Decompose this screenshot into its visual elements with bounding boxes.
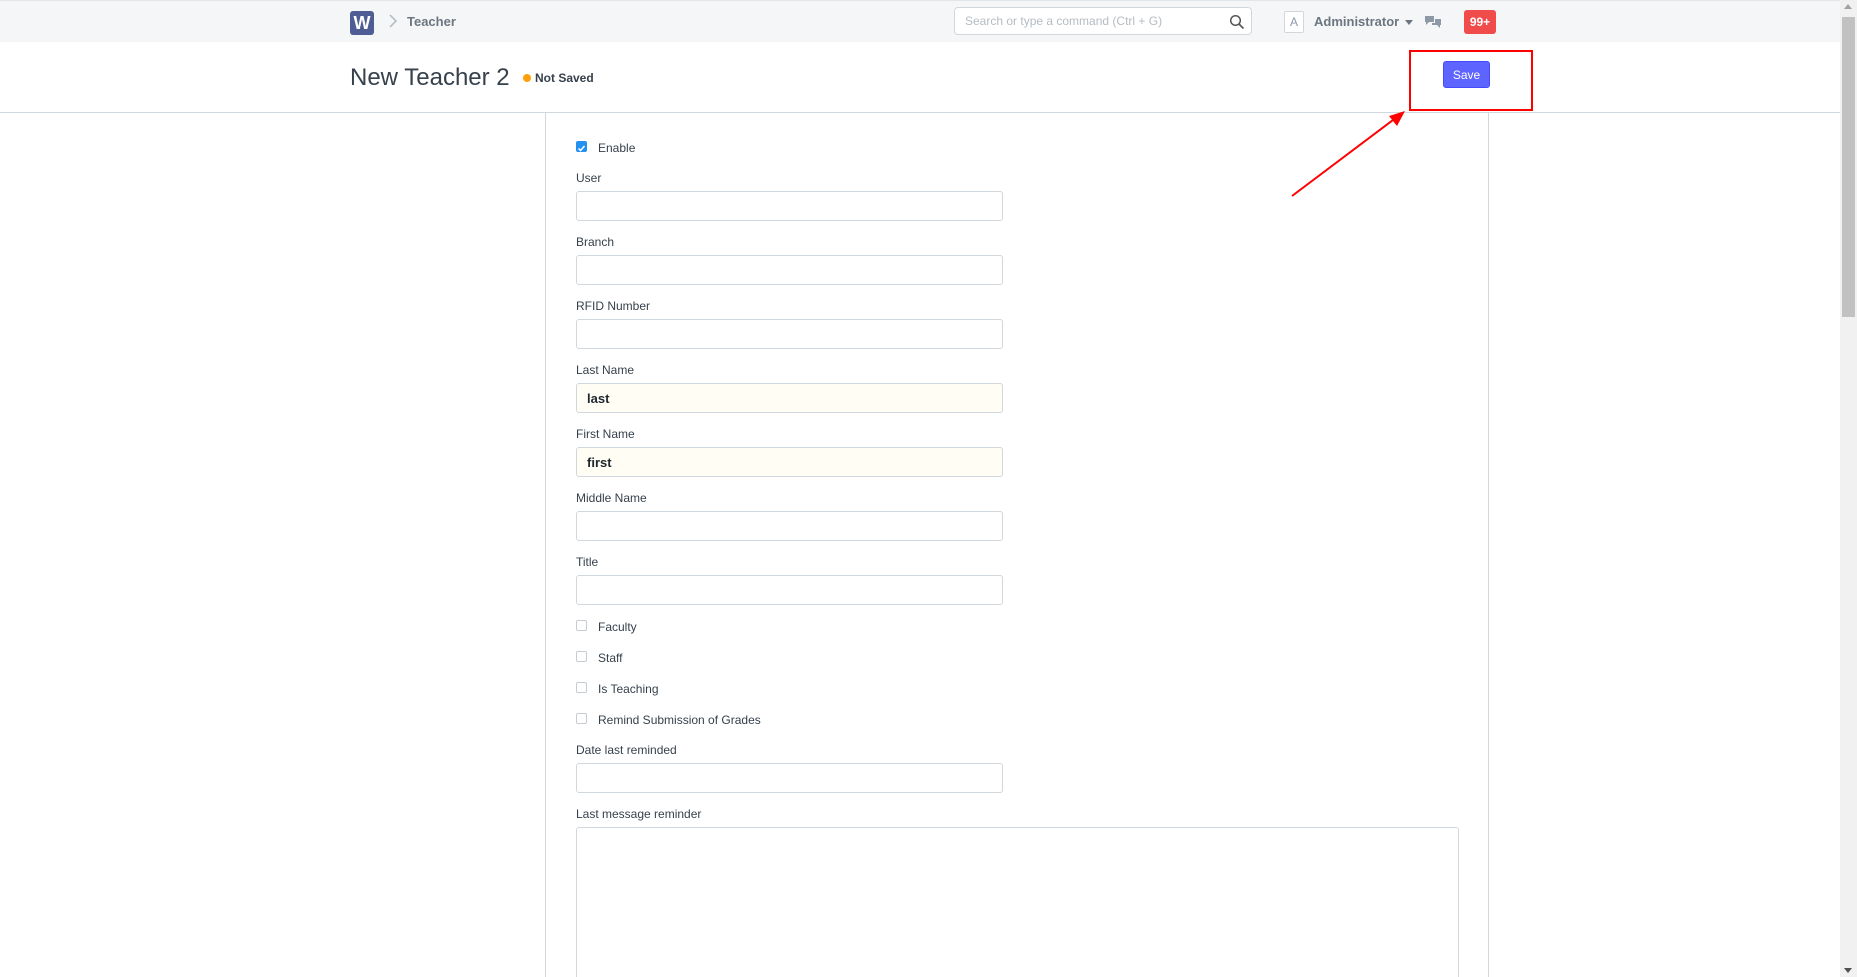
breadcrumb-teacher[interactable]: Teacher bbox=[407, 14, 456, 29]
caret-down-icon bbox=[1405, 20, 1414, 26]
navbar: W Teacher A Administrator 99+ bbox=[0, 0, 1840, 43]
status-indicator: Not Saved bbox=[523, 71, 594, 85]
enable-checkbox[interactable] bbox=[576, 141, 587, 152]
is-teaching-label: Is Teaching bbox=[598, 682, 659, 696]
user-name: Administrator bbox=[1314, 14, 1400, 29]
title-label: Title bbox=[576, 555, 599, 569]
staff-label: Staff bbox=[598, 651, 623, 665]
user-menu[interactable]: Administrator bbox=[1314, 14, 1414, 29]
is-teaching-checkbox[interactable] bbox=[576, 682, 587, 693]
app-logo[interactable]: W bbox=[350, 11, 374, 35]
annotation-highlight-box bbox=[1409, 50, 1533, 111]
search-bar bbox=[954, 7, 1252, 35]
staff-checkbox[interactable] bbox=[576, 651, 587, 662]
last-message-reminder-textarea[interactable] bbox=[576, 827, 1459, 977]
user-label: User bbox=[576, 171, 602, 185]
rfid-number-label: RFID Number bbox=[576, 299, 651, 313]
last-name-label: Last Name bbox=[576, 363, 635, 377]
remind-grades-checkbox[interactable] bbox=[576, 713, 587, 724]
first-name-input[interactable] bbox=[576, 447, 1003, 477]
faculty-label: Faculty bbox=[598, 620, 637, 634]
chevron-right-icon bbox=[389, 14, 398, 28]
status-dot-icon bbox=[523, 74, 531, 82]
scroll-thumb[interactable] bbox=[1842, 17, 1855, 317]
search-input[interactable] bbox=[955, 8, 1225, 34]
search-icon[interactable] bbox=[1229, 14, 1245, 30]
date-last-reminded-input[interactable] bbox=[576, 763, 1003, 793]
branch-input[interactable] bbox=[576, 255, 1003, 285]
chat-icon[interactable] bbox=[1424, 14, 1442, 30]
middle-name-label: Middle Name bbox=[576, 491, 647, 505]
scrollbar[interactable] bbox=[1840, 0, 1857, 977]
first-name-label: First Name bbox=[576, 427, 635, 441]
status-text: Not Saved bbox=[535, 71, 594, 85]
page-head: New Teacher 2 Not Saved Save bbox=[0, 42, 1840, 113]
user-input[interactable] bbox=[576, 191, 1003, 221]
remind-grades-label: Remind Submission of Grades bbox=[598, 713, 761, 727]
title-input[interactable] bbox=[576, 575, 1003, 605]
branch-label: Branch bbox=[576, 235, 615, 249]
scroll-up-icon[interactable] bbox=[1844, 4, 1852, 9]
last-name-input[interactable] bbox=[576, 383, 1003, 413]
page-title: New Teacher 2 bbox=[350, 64, 510, 91]
notification-badge[interactable]: 99+ bbox=[1464, 10, 1496, 34]
check-icon bbox=[577, 145, 586, 152]
date-last-reminded-label: Date last reminded bbox=[576, 743, 677, 757]
middle-name-input[interactable] bbox=[576, 511, 1003, 541]
faculty-checkbox[interactable] bbox=[576, 620, 587, 631]
rfid-number-input[interactable] bbox=[576, 319, 1003, 349]
last-message-reminder-label: Last message reminder bbox=[576, 807, 702, 821]
avatar[interactable]: A bbox=[1284, 11, 1304, 33]
enable-label: Enable bbox=[598, 141, 636, 155]
scroll-down-icon[interactable] bbox=[1844, 968, 1852, 973]
